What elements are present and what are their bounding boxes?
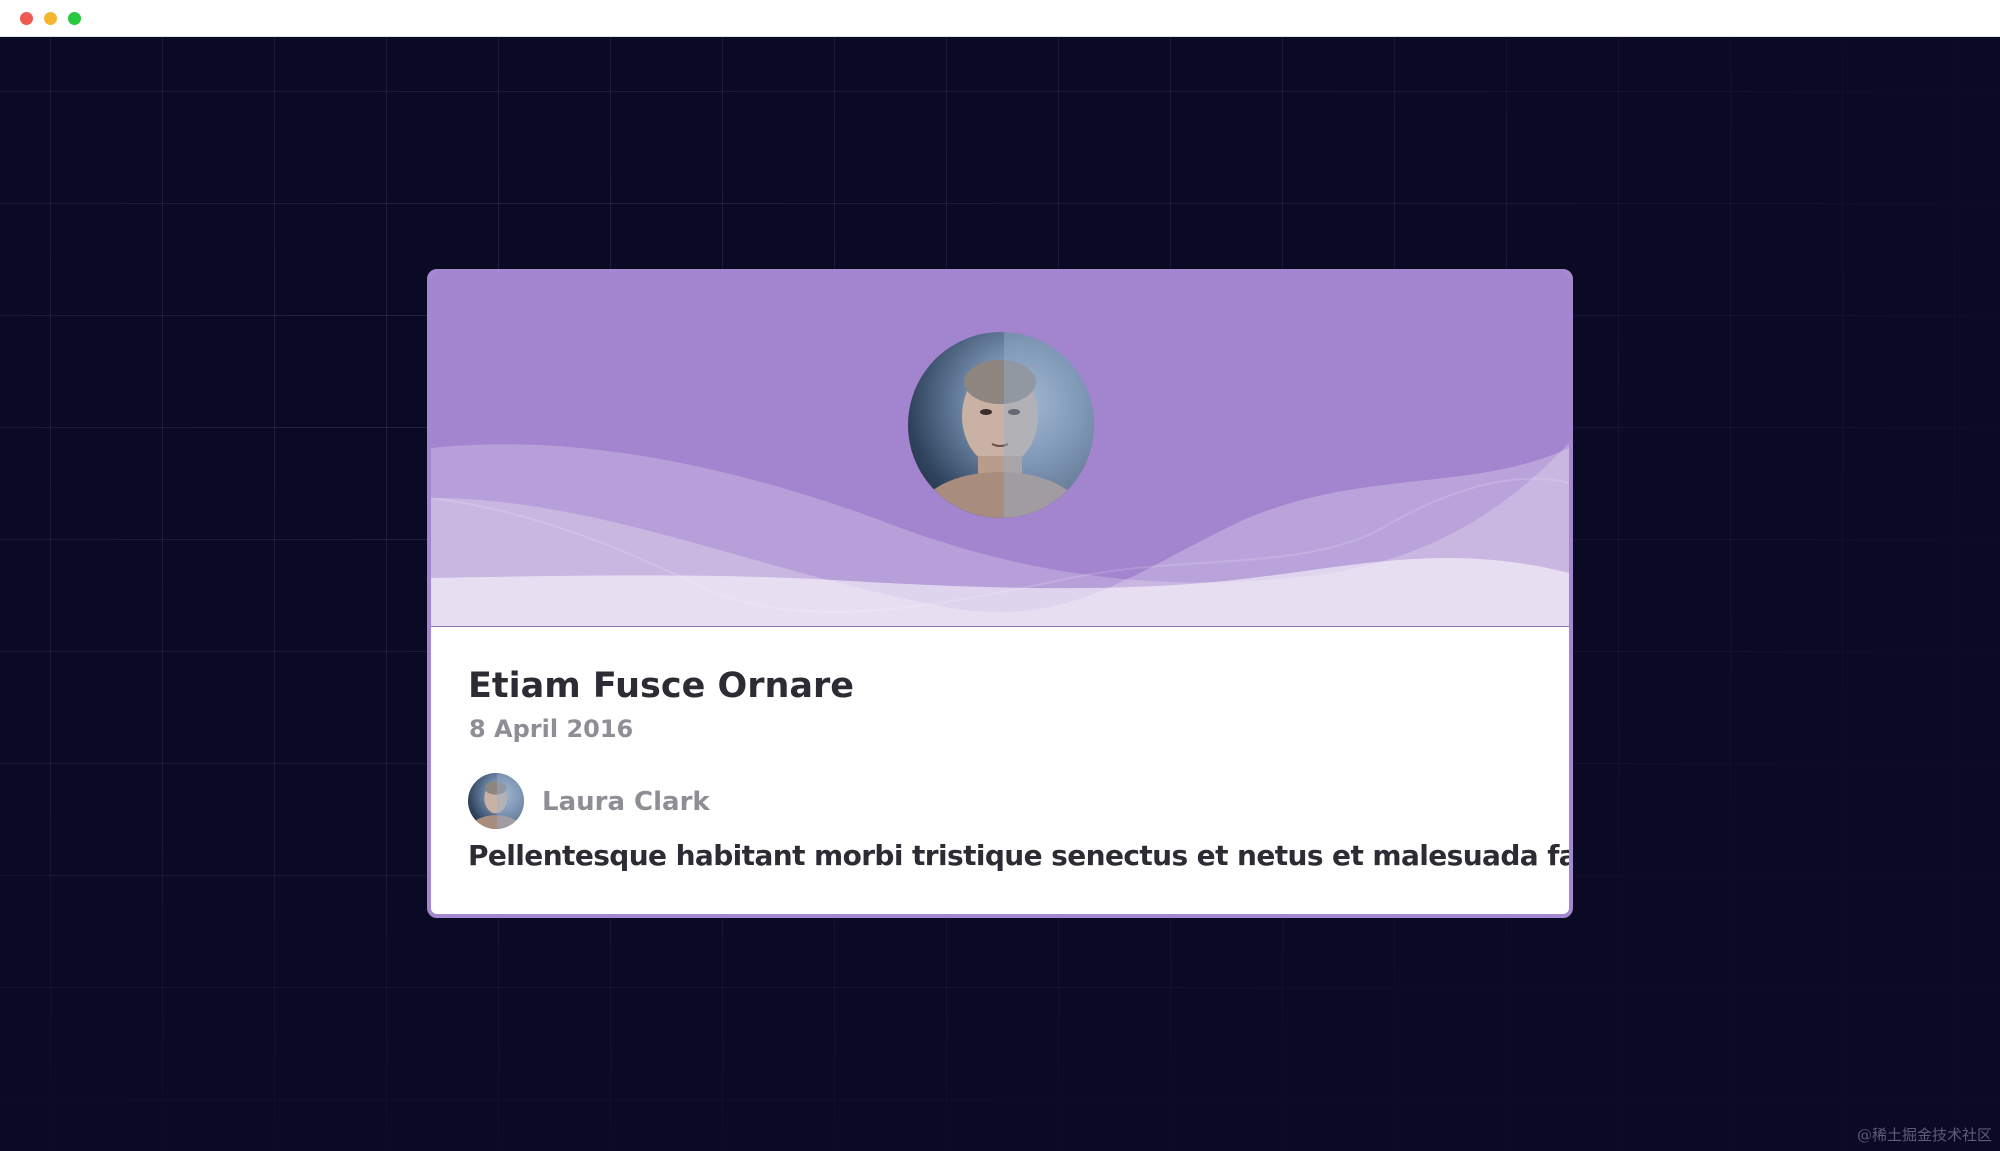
profile-card[interactable]: Etiam Fusce Ornare 8 April 2016 Laura Cl…: [427, 269, 1573, 918]
browser-window: Etiam Fusce Ornare 8 April 2016 Laura Cl…: [0, 0, 2000, 1151]
post-excerpt: Pellentesque habitant morbi tristique se…: [468, 839, 1573, 872]
close-window-button[interactable]: [20, 12, 33, 25]
author-avatar[interactable]: [468, 773, 524, 829]
author-name[interactable]: Laura Clark: [542, 787, 710, 817]
author-portrait-image: [471, 773, 524, 829]
portrait-image: [920, 332, 1094, 518]
header-divider: [431, 626, 1569, 627]
card-header: [431, 273, 1569, 627]
profile-avatar: [908, 332, 1094, 518]
post-date: 8 April 2016: [469, 715, 634, 743]
post-title[interactable]: Etiam Fusce Ornare: [468, 666, 854, 706]
window-titlebar: [0, 0, 2000, 37]
minimize-window-button[interactable]: [44, 12, 57, 25]
watermark-text: @稀土掘金技术社区: [1856, 1126, 1992, 1144]
maximize-window-button[interactable]: [68, 12, 81, 25]
